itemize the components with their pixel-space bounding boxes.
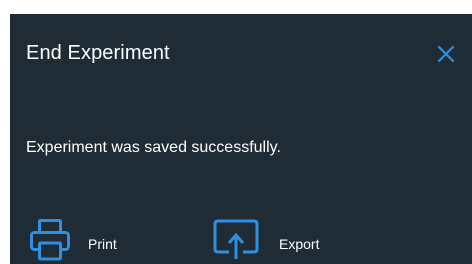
close-button[interactable]: [437, 45, 455, 63]
print-label: Print: [88, 236, 117, 252]
end-experiment-dialog: End Experiment Experiment was saved succ…: [10, 14, 472, 264]
close-icon: [437, 45, 455, 63]
print-button[interactable]: Print: [30, 219, 117, 261]
success-message: Experiment was saved successfully.: [26, 139, 281, 156]
export-icon: [213, 219, 259, 259]
printer-icon: [30, 219, 70, 261]
dialog-title: End Experiment: [26, 42, 170, 64]
export-label: Export: [279, 236, 320, 252]
export-button[interactable]: Export: [213, 219, 319, 259]
